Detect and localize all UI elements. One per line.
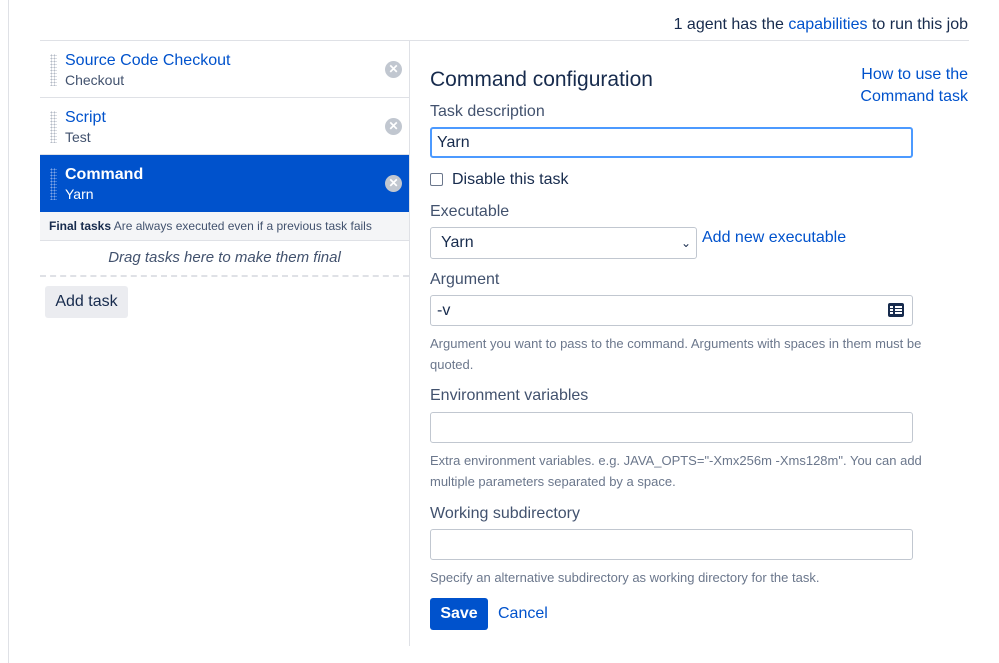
argument-help-line1: Argument you want to pass to the command… xyxy=(430,336,922,351)
task-item-command[interactable]: Command Yarn ✕ xyxy=(40,155,409,212)
executable-label: Executable xyxy=(430,203,510,220)
agent-count-text: 1 agent has the xyxy=(673,16,789,33)
help-link-line1[interactable]: How to use the xyxy=(860,64,968,86)
argument-label: Argument xyxy=(430,271,500,288)
add-task-button[interactable]: Add task xyxy=(45,286,128,318)
cancel-button[interactable]: Cancel xyxy=(498,605,548,623)
task-description-label: Task description xyxy=(430,103,545,120)
argument-help-line2: quoted. xyxy=(430,357,474,372)
page-left-border xyxy=(8,0,9,663)
env-vars-help-line2: multiple parameters separated by a space… xyxy=(430,474,676,489)
task-type: Checkout xyxy=(65,72,125,88)
env-vars-help-line1: Extra environment variables. e.g. JAVA_O… xyxy=(430,453,922,468)
final-tasks-title: Final tasks xyxy=(49,219,112,233)
task-type: Yarn xyxy=(65,186,94,202)
final-tasks-description: Are always executed even if a previous t… xyxy=(113,219,372,233)
agent-suffix-text: to run this job xyxy=(867,16,968,33)
final-tasks-drop-zone[interactable]: Drag tasks here to make them final xyxy=(40,241,409,277)
drag-handle-icon[interactable] xyxy=(50,54,57,86)
task-name[interactable]: Source Code Checkout xyxy=(65,52,230,70)
executable-select[interactable]: Yarn ⌄ xyxy=(430,227,697,259)
working-subdirectory-field[interactable] xyxy=(430,529,913,560)
variables-card-icon[interactable] xyxy=(888,303,904,317)
executable-selected-value: Yarn xyxy=(441,234,474,251)
panel-divider xyxy=(409,41,410,646)
task-type: Test xyxy=(65,129,91,145)
task-name[interactable]: Command xyxy=(65,166,143,184)
environment-variables-field[interactable] xyxy=(430,412,913,443)
drag-handle-icon[interactable] xyxy=(50,168,57,200)
environment-variables-label: Environment variables xyxy=(430,387,589,404)
add-new-executable-link[interactable]: Add new executable xyxy=(702,229,846,247)
task-item-source-code-checkout[interactable]: Source Code Checkout Checkout ✕ xyxy=(40,41,409,98)
task-name[interactable]: Script xyxy=(65,109,106,127)
close-circle-icon[interactable]: ✕ xyxy=(385,175,402,192)
chevron-down-icon: ⌄ xyxy=(680,236,691,250)
disable-task-label[interactable]: Disable this task xyxy=(452,171,569,189)
task-description-field[interactable]: Yarn xyxy=(430,127,913,158)
help-link[interactable]: How to use the Command task xyxy=(860,64,968,108)
argument-value: -v xyxy=(437,302,451,319)
argument-help-text: Argument you want to pass to the command… xyxy=(430,333,950,375)
capabilities-link[interactable]: capabilities xyxy=(788,16,867,33)
agent-capability-summary: 1 agent has the capabilities to run this… xyxy=(674,16,968,34)
final-tasks-header: Final tasks Are always executed even if … xyxy=(40,212,409,241)
help-link-line2[interactable]: Command task xyxy=(860,86,968,108)
argument-field[interactable]: -v xyxy=(430,295,913,326)
working-subdirectory-help-text: Specify an alternative subdirectory as w… xyxy=(430,570,820,585)
environment-variables-help-text: Extra environment variables. e.g. JAVA_O… xyxy=(430,450,950,492)
drag-handle-icon[interactable] xyxy=(50,111,57,143)
close-circle-icon[interactable]: ✕ xyxy=(385,61,402,78)
task-item-script[interactable]: Script Test ✕ xyxy=(40,98,409,155)
close-circle-icon[interactable]: ✕ xyxy=(385,118,402,135)
task-list: Source Code Checkout Checkout ✕ Script T… xyxy=(40,41,409,277)
working-subdirectory-label: Working subdirectory xyxy=(430,505,580,522)
page-title: Command configuration xyxy=(430,68,653,91)
save-button[interactable]: Save xyxy=(430,598,488,630)
disable-task-checkbox[interactable] xyxy=(430,173,443,186)
